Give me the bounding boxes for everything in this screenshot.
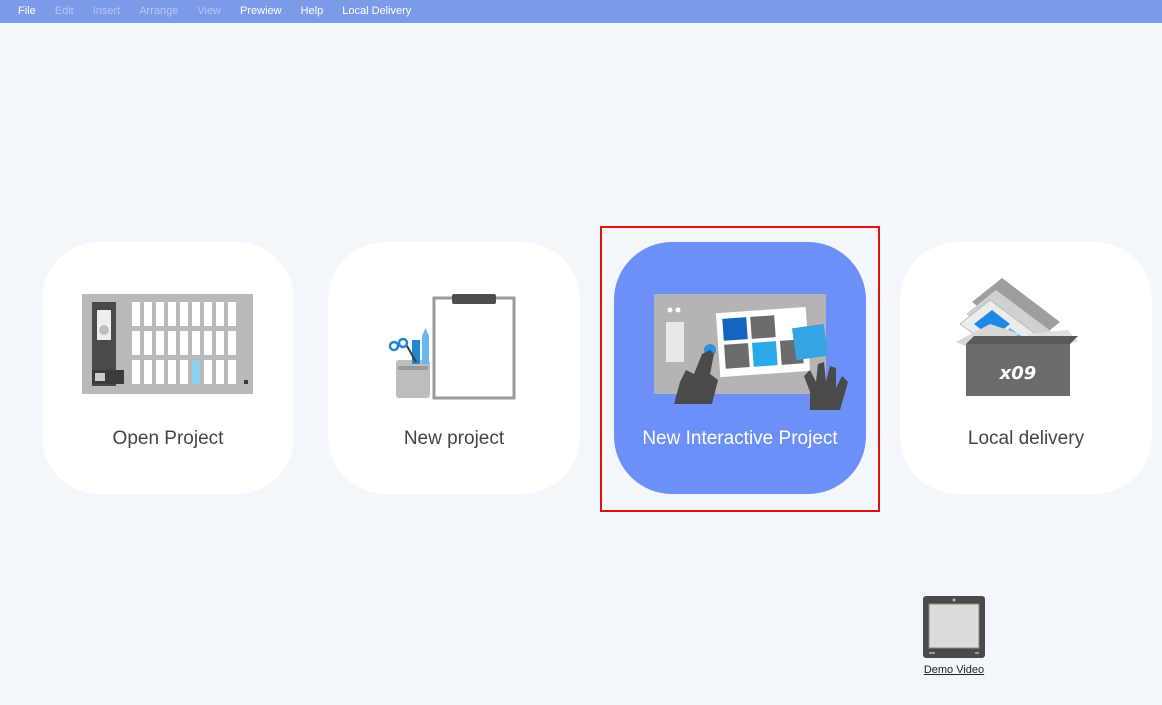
new-project-card[interactable]: New project bbox=[328, 242, 580, 494]
demo-video-link[interactable]: Demo Video bbox=[924, 664, 984, 676]
menu-preview[interactable]: Prewiew bbox=[240, 0, 282, 23]
local-delivery-card[interactable]: x09 Local delivery bbox=[900, 242, 1152, 494]
menu-help[interactable]: Help bbox=[301, 0, 324, 23]
open-project-card[interactable]: Open Project bbox=[42, 242, 294, 494]
menu-edit[interactable]: Edit bbox=[55, 0, 74, 23]
menu-bar: File Edit Insert Arrange View Prewiew He… bbox=[0, 0, 1162, 23]
clipboard-icon bbox=[388, 294, 516, 400]
demo-video[interactable]: Demo Video bbox=[918, 594, 990, 678]
menu-file[interactable]: File bbox=[18, 0, 36, 23]
new-interactive-project-card[interactable]: New Interactive Project bbox=[614, 242, 866, 494]
menu-local-delivery[interactable]: Local Delivery bbox=[342, 0, 411, 23]
new-interactive-project-label: New Interactive Project bbox=[642, 428, 838, 449]
delivery-box-icon: x09 bbox=[956, 278, 1078, 396]
open-project-label: Open Project bbox=[112, 428, 224, 449]
box-label: x09 bbox=[999, 363, 1037, 384]
interactive-board-icon bbox=[654, 294, 848, 410]
menu-view[interactable]: View bbox=[197, 0, 221, 23]
local-delivery-label: Local delivery bbox=[967, 428, 1085, 449]
menu-arrange[interactable]: Arrange bbox=[139, 0, 178, 23]
monitor-icon bbox=[923, 596, 985, 658]
new-project-label: New project bbox=[403, 428, 505, 449]
project-grid-icon bbox=[82, 294, 253, 394]
menu-insert[interactable]: Insert bbox=[93, 0, 121, 23]
